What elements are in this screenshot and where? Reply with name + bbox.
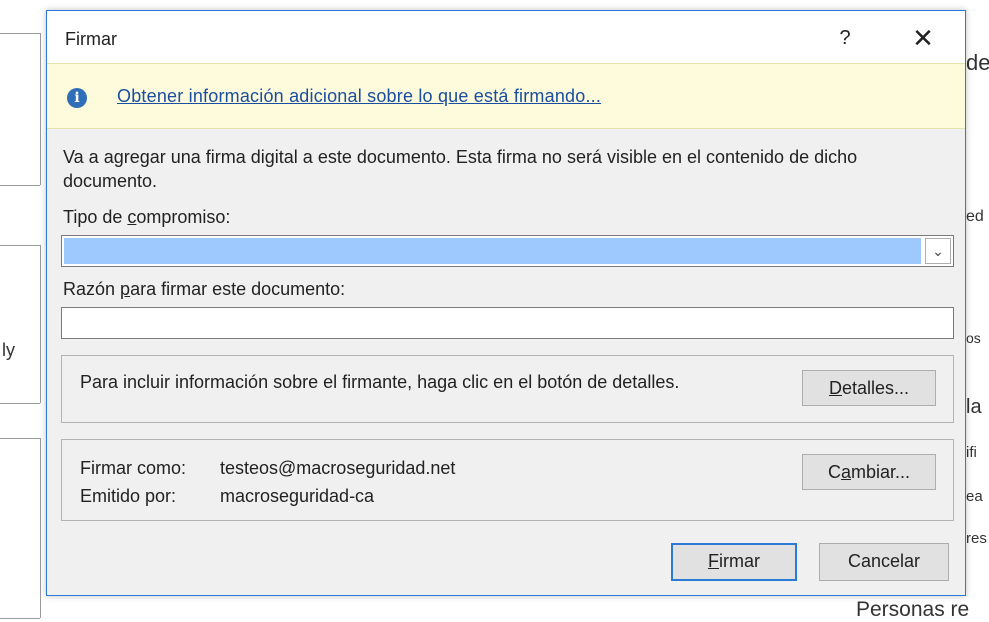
bg-text-fragment: Personas re <box>856 598 970 621</box>
bg-text-fragment: ed <box>966 208 984 225</box>
reason-input[interactable] <box>61 307 954 339</box>
reason-label: Razón para firmar este documento: <box>63 279 346 299</box>
bg-rule <box>0 438 40 439</box>
close-icon: ✕ <box>912 23 934 53</box>
commitment-type-select[interactable]: ⌄ <box>61 235 954 267</box>
bg-rule <box>0 618 40 619</box>
more-info-link[interactable]: Obtener información adicional sobre lo q… <box>117 86 601 107</box>
dialog-title: Firmar <box>65 29 117 49</box>
help-button[interactable]: ? <box>827 23 863 53</box>
info-bar: i Obtener información adicional sobre lo… <box>47 63 965 129</box>
commitment-type-label: Tipo de compromiso: <box>63 207 231 227</box>
signer-details-text: Para incluir información sobre el firman… <box>80 372 680 392</box>
close-button[interactable]: ✕ <box>903 23 943 53</box>
bg-text-fragment: de <box>966 50 989 75</box>
bg-text-fragment: os <box>966 330 981 346</box>
bg-text-fragment: ea <box>966 488 983 505</box>
bg-rule <box>0 33 40 34</box>
sign-button[interactable]: Firmar <box>671 543 797 581</box>
dialog-description: Va a agregar una firma digital a este do… <box>63 147 858 191</box>
info-icon: i <box>67 88 87 108</box>
bg-rule <box>0 403 40 404</box>
signer-info-group: Firmar como: testeos@macroseguridad.net E… <box>61 439 954 521</box>
commitment-type-value <box>64 238 921 264</box>
change-button[interactable]: Cambiar... <box>802 454 936 490</box>
sign-dialog: Firmar ? ✕ i Obtener información adicion… <box>46 10 966 596</box>
bg-text-fragment: ly <box>2 340 15 360</box>
issued-by-row: Emitido por: macroseguridad-ca <box>80 486 374 507</box>
bg-rule <box>40 245 41 403</box>
issued-by-value: macroseguridad-ca <box>220 486 375 506</box>
sign-as-row: Firmar como: testeos@macroseguridad.net <box>80 458 455 479</box>
chevron-down-icon[interactable]: ⌄ <box>925 238 951 264</box>
bg-rule <box>0 185 40 186</box>
bg-rule <box>40 438 41 618</box>
signer-details-group: Para incluir información sobre el firman… <box>61 355 954 423</box>
sign-as-value: testeos@macroseguridad.net <box>220 458 456 478</box>
bg-text-fragment: la <box>966 396 982 418</box>
sign-as-label: Firmar como: <box>80 458 187 478</box>
cancel-button[interactable]: Cancelar <box>819 543 949 581</box>
bg-rule <box>40 33 41 185</box>
details-button[interactable]: Detalles... <box>802 370 936 406</box>
issued-by-label: Emitido por: <box>80 486 177 506</box>
bg-text-fragment: res <box>966 530 987 547</box>
bg-text-fragment: ifi <box>966 444 977 461</box>
dialog-titlebar: Firmar ? ✕ <box>47 11 965 63</box>
bg-rule <box>0 245 40 246</box>
